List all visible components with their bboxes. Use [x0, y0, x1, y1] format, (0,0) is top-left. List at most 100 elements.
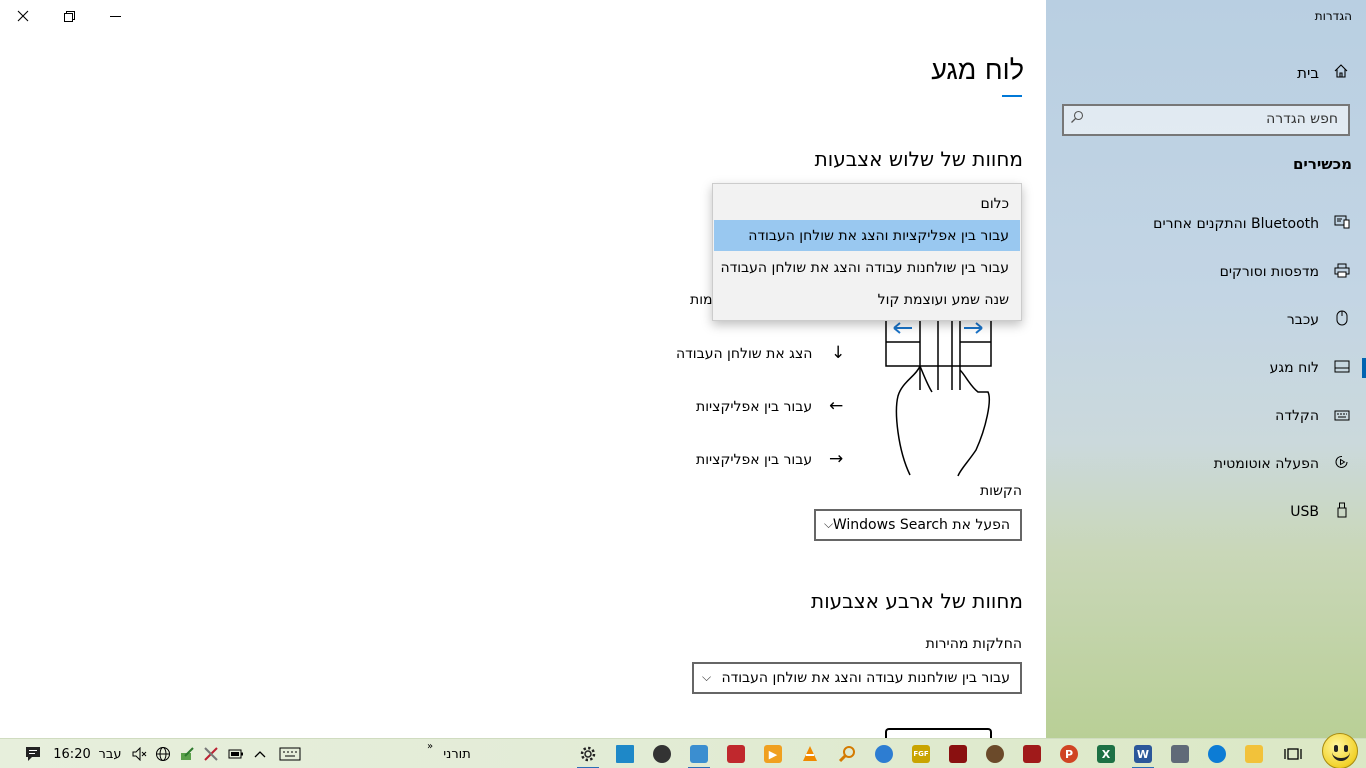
battery-icon[interactable] — [225, 739, 247, 768]
taskbar-app-4[interactable] — [719, 739, 753, 768]
app-icon — [653, 745, 671, 763]
app-icon — [727, 745, 745, 763]
taskbar-app-vlc[interactable] — [793, 739, 827, 768]
tray-app-icon[interactable] — [176, 739, 198, 768]
taskbar-app-2[interactable] — [645, 739, 679, 768]
sidebar-item-usb[interactable]: USB — [1046, 490, 1366, 534]
chevron-down-icon: ⌵ — [702, 670, 712, 684]
devices-section-title: מכשירים — [1292, 155, 1352, 173]
app-icon — [1023, 745, 1041, 763]
volume-muted-icon[interactable] — [128, 739, 150, 768]
toolbar-label[interactable]: תורני — [440, 739, 474, 768]
clock[interactable]: 16:20 — [52, 739, 92, 768]
taskbar-app-7[interactable] — [867, 739, 901, 768]
network-globe-icon[interactable] — [152, 739, 174, 768]
taps-select-value: הפעל את Windows Search — [832, 517, 1010, 533]
app-icon — [949, 745, 967, 763]
mouse-icon — [1332, 310, 1352, 330]
taskbar-app-8[interactable]: FGF — [904, 739, 938, 768]
task-view-icon — [1284, 748, 1302, 760]
sidebar-item-label: הפעלה אוטומטית — [1213, 456, 1319, 472]
word-icon: W — [1134, 745, 1152, 763]
restore-icon — [63, 10, 75, 22]
taskbar-app-search-tool[interactable] — [830, 739, 864, 768]
gesture-left-label: עבור בין אפליקציות — [696, 399, 813, 415]
settings-sidebar: הגדרות בית חפש הגדרה מכשירים Bluetooth ו… — [1046, 0, 1366, 738]
show-hidden-icons-chevron-icon[interactable] — [249, 739, 271, 768]
four-finger-swipes-value: עבור בין שולחנות עבודה והצג את שולחן העב… — [721, 670, 1010, 686]
sidebar-item-label: Bluetooth והתקנים אחרים — [1153, 216, 1319, 232]
touch-keyboard-icon[interactable] — [277, 739, 303, 768]
swipes-dropdown-list: כלום עבור בין אפליקציות והצג את שולחן הע… — [712, 183, 1022, 321]
sidebar-item-autoplay[interactable]: הפעלה אוטומטית — [1046, 442, 1366, 486]
excel-icon: X — [1097, 745, 1115, 763]
sidebar-item-touchpad[interactable]: לוח מגע — [1046, 346, 1366, 390]
taskbar-app-calculator[interactable] — [1163, 739, 1197, 768]
magnifier-icon — [838, 746, 855, 763]
autoplay-icon — [1332, 454, 1352, 474]
taskbar-app-3[interactable] — [682, 739, 716, 768]
taskbar-app-powerpoint[interactable]: P — [1052, 739, 1086, 768]
dropdown-option-nothing[interactable]: כלום — [714, 188, 1020, 219]
taskbar-app-desktop[interactable] — [608, 739, 642, 768]
home-nav-item[interactable]: בית — [1046, 58, 1366, 88]
settings-search-input[interactable]: חפש הגדרה — [1062, 104, 1350, 136]
search-placeholder: חפש הגדרה — [1266, 111, 1338, 127]
desktop-icon — [616, 745, 634, 763]
arrow-right-icon: → — [829, 449, 844, 469]
folder-icon — [1245, 745, 1263, 763]
minimize-button[interactable] — [92, 0, 138, 32]
taskbar-app-excel[interactable]: X — [1089, 739, 1123, 768]
taps-label: הקשות — [979, 483, 1022, 499]
three-finger-section-title: מחוות של שלוש אצבעות — [814, 147, 1023, 171]
close-icon — [17, 10, 29, 22]
taskbar-app-word[interactable]: W — [1126, 739, 1160, 768]
taskbar-app-11[interactable] — [1015, 739, 1049, 768]
taskbar-settings[interactable] — [571, 739, 605, 768]
action-center-button[interactable] — [20, 739, 46, 768]
dropdown-option-audio-volume[interactable]: שנה שמע ועוצמת קול — [714, 284, 1020, 315]
tray-tools-icon[interactable] — [200, 739, 222, 768]
taskbar: 16:20 עבר תורני » ▶ FGF P X W — [0, 738, 1366, 768]
arrow-down-icon: ↓ — [831, 343, 846, 363]
sidebar-item-bluetooth[interactable]: Bluetooth והתקנים אחרים — [1046, 202, 1366, 246]
sidebar-item-mouse[interactable]: עכבר — [1046, 298, 1366, 342]
taps-select[interactable]: הפעל את Windows Search ⌵ — [814, 509, 1022, 541]
powerpoint-icon: P — [1060, 745, 1078, 763]
toolbar-chevron-icon[interactable]: » — [424, 731, 436, 761]
usb-icon — [1332, 502, 1352, 522]
restore-button[interactable] — [46, 0, 92, 32]
search-icon — [1070, 110, 1084, 128]
four-finger-section-title: מחוות של ארבע אצבעות — [811, 589, 1023, 613]
edge-icon — [1208, 745, 1226, 763]
keyboard-icon — [1332, 407, 1352, 425]
sidebar-item-label: עכבר — [1286, 312, 1319, 328]
close-button[interactable] — [0, 0, 46, 32]
taskbar-app-media[interactable]: ▶ — [756, 739, 790, 768]
taskbar-app-file-explorer[interactable] — [1237, 739, 1271, 768]
sidebar-item-typing[interactable]: הקלדה — [1046, 394, 1366, 438]
sidebar-item-printers[interactable]: מדפסות וסורקים — [1046, 250, 1366, 294]
taskbar-app-10[interactable] — [978, 739, 1012, 768]
touchpad-icon — [1332, 359, 1352, 377]
cortana-smiley-icon[interactable] — [1322, 733, 1358, 768]
taskbar-app-9[interactable] — [941, 739, 975, 768]
four-finger-swipes-select[interactable]: עבור בין שולחנות עבודה והצג את שולחן העב… — [692, 662, 1022, 694]
taskbar-app-edge[interactable] — [1200, 739, 1234, 768]
sidebar-item-label: מדפסות וסורקים — [1219, 264, 1319, 280]
swipes-label-partial: מות — [690, 292, 713, 308]
dropdown-option-switch-desktops[interactable]: עבור בין שולחנות עבודה והצג את שולחן העב… — [714, 252, 1020, 283]
sidebar-item-label: הקלדה — [1275, 408, 1319, 424]
input-language[interactable]: עבר — [96, 739, 124, 768]
vlc-icon — [803, 746, 817, 761]
dropdown-option-switch-apps[interactable]: עבור בין אפליקציות והצג את שולחן העבודה — [714, 220, 1020, 251]
three-finger-hand-illustration — [885, 309, 992, 477]
minimize-icon — [109, 15, 121, 17]
media-player-icon: ▶ — [764, 745, 782, 763]
printer-icon — [1332, 263, 1352, 282]
gesture-down-label: הצג את שולחן העבודה — [676, 346, 813, 362]
calculator-icon — [1171, 745, 1189, 763]
task-view-button[interactable] — [1276, 739, 1310, 768]
sidebar-item-label: לוח מגע — [1269, 360, 1319, 376]
sidebar-item-label: USB — [1290, 504, 1319, 520]
